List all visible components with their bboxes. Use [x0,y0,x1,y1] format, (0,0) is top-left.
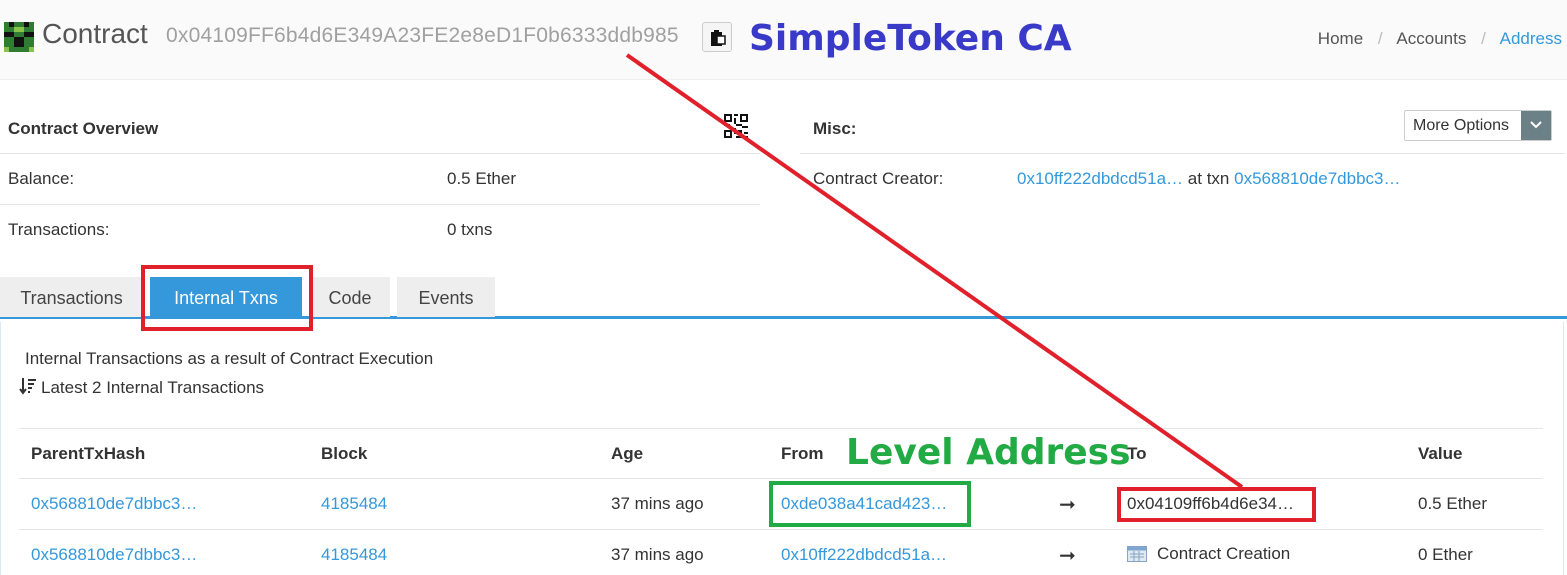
annotation-arrow-line [625,53,1244,489]
